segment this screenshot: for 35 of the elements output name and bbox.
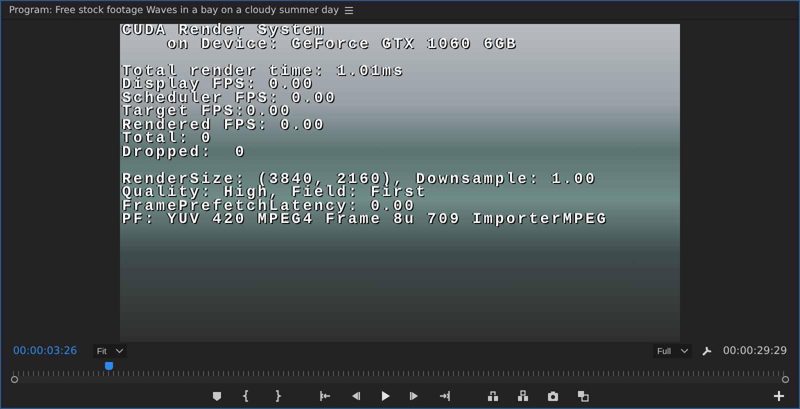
menu-icon[interactable] xyxy=(344,6,353,14)
go-to-out-icon xyxy=(439,390,451,402)
render-stats-text: Total render time: 1.01ms xyxy=(122,64,405,78)
settings-icon[interactable] xyxy=(702,345,713,356)
marker-icon xyxy=(211,390,223,402)
in-point-handle[interactable] xyxy=(11,376,18,384)
resolution-dropdown[interactable]: Full xyxy=(653,344,692,358)
caret-icon xyxy=(116,348,124,353)
render-stats-text: PF: YUV 420 MPEG4 Frame 8u 709 ImporterMPEG xyxy=(122,213,608,227)
playhead[interactable] xyxy=(104,362,113,370)
overwrite-icon xyxy=(517,390,529,402)
render-stats-text: Target FPS:0.00 xyxy=(122,105,292,119)
render-stats-text: FramePrefetchLatency: 0.00 xyxy=(122,200,416,214)
insert-icon xyxy=(487,390,499,402)
zoom-dropdown[interactable]: Fit xyxy=(93,344,128,358)
render-stats-text: Display FPS: 0.00 xyxy=(122,78,314,92)
current-timecode[interactable]: 00:00:03:26 xyxy=(13,344,83,357)
panel-title: Program: Free stock footage Waves in a bay on a cloudy summer day xyxy=(9,4,339,16)
render-stats-text: Scheduler FPS: 0.00 xyxy=(122,92,337,106)
render-stats-text: Total: 0 xyxy=(122,132,212,146)
overwrite-button[interactable] xyxy=(515,388,531,404)
render-stats-text: Dropped: 0 xyxy=(122,146,246,160)
render-stats-text: RenderSize: (3840, 2160), Downsample: 1.00 xyxy=(122,172,597,186)
add-button-icon[interactable] xyxy=(773,390,785,402)
camera-icon xyxy=(547,390,559,402)
caret-icon xyxy=(680,348,688,353)
comparison-icon xyxy=(577,390,589,402)
duration-timecode: 00:00:29:29 xyxy=(722,344,787,357)
render-stats-text: Quality: High, Field: First xyxy=(122,186,428,200)
out-point-handle[interactable] xyxy=(782,376,789,384)
render-stats-text: on Device: GeForce GTX 1060 6GB xyxy=(166,38,518,52)
go-to-in-icon xyxy=(319,390,331,402)
render-stats-text: Rendered FPS: 0.00 xyxy=(122,118,326,132)
play-icon xyxy=(379,390,391,402)
render-stats-text: CUDA Render System xyxy=(122,24,326,38)
